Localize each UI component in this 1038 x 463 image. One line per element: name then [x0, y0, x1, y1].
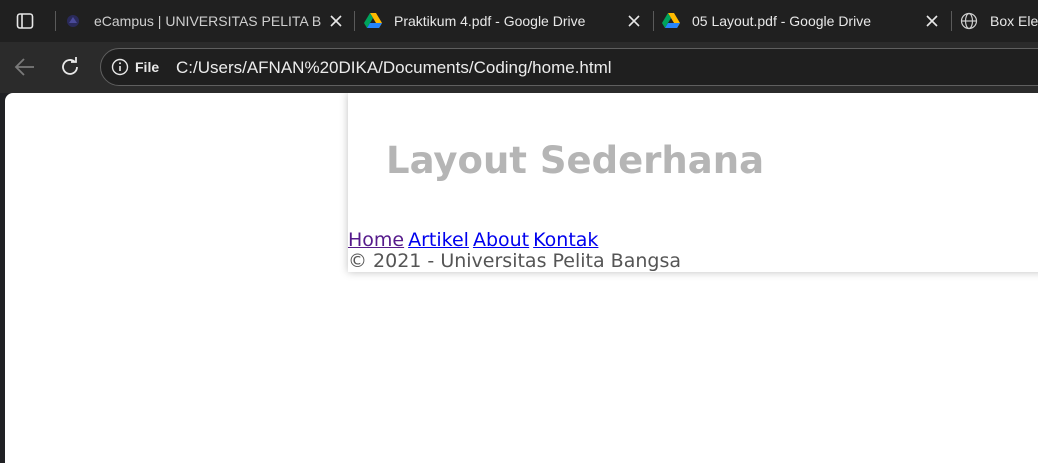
reload-icon[interactable] — [57, 54, 83, 80]
tab-title: 05 Layout.pdf - Google Drive — [692, 13, 871, 29]
close-icon[interactable] — [326, 11, 346, 31]
nav-link-artikel[interactable]: Artikel — [408, 229, 469, 251]
tab-title: Box Ele — [990, 13, 1038, 29]
tab-praktikum[interactable]: Praktikum 4.pdf - Google Drive — [364, 0, 650, 42]
tab-layout-pdf[interactable]: 05 Layout.pdf - Google Drive — [662, 0, 948, 42]
google-drive-icon — [662, 12, 680, 30]
google-drive-icon — [364, 12, 382, 30]
globe-icon — [960, 12, 978, 30]
nav-link-kontak[interactable]: Kontak — [533, 229, 598, 251]
url-text[interactable]: C:/Users/AFNAN%20DIKA/Documents/Coding/h… — [176, 58, 612, 78]
nav-link-about[interactable]: About — [473, 229, 529, 251]
close-icon[interactable] — [922, 11, 942, 31]
tab-separator — [653, 11, 654, 31]
browser-toolbar: File C:/Users/AFNAN%20DIKA/Documents/Cod… — [0, 42, 1038, 93]
info-icon — [111, 58, 129, 76]
address-bar[interactable]: File C:/Users/AFNAN%20DIKA/Documents/Cod… — [100, 48, 1038, 86]
tab-box-elements[interactable]: Box Ele — [960, 0, 1038, 42]
scheme-label: File — [135, 59, 160, 75]
page-viewport: Layout Sederhana Home Artikel About Kontak … — [5, 93, 1038, 463]
back-arrow-icon[interactable] — [12, 54, 38, 80]
tab-separator — [951, 11, 952, 31]
site-info-chip[interactable]: File — [111, 57, 159, 77]
tab-separator — [55, 11, 56, 31]
tab-separator — [354, 11, 355, 31]
tab-strip: eCampus | UNIVERSITAS PELITA B Praktikum… — [0, 0, 1038, 42]
close-icon[interactable] — [624, 11, 644, 31]
tab-title: Praktikum 4.pdf - Google Drive — [394, 13, 586, 29]
page-heading: Layout Sederhana — [386, 139, 765, 182]
page-nav: Home Artikel About Kontak — [348, 229, 602, 251]
page-footer: © 2021 - Universitas Pelita Bangsa — [348, 250, 681, 272]
tab-title: eCampus | UNIVERSITAS PELITA B — [94, 13, 322, 29]
tab-actions-icon[interactable] — [12, 9, 38, 33]
nav-link-home[interactable]: Home — [348, 229, 404, 251]
campus-favicon-icon — [64, 12, 82, 30]
tab-ecampus[interactable]: eCampus | UNIVERSITAS PELITA B — [64, 0, 352, 42]
page-container: Layout Sederhana Home Artikel About Kontak … — [348, 93, 1038, 272]
